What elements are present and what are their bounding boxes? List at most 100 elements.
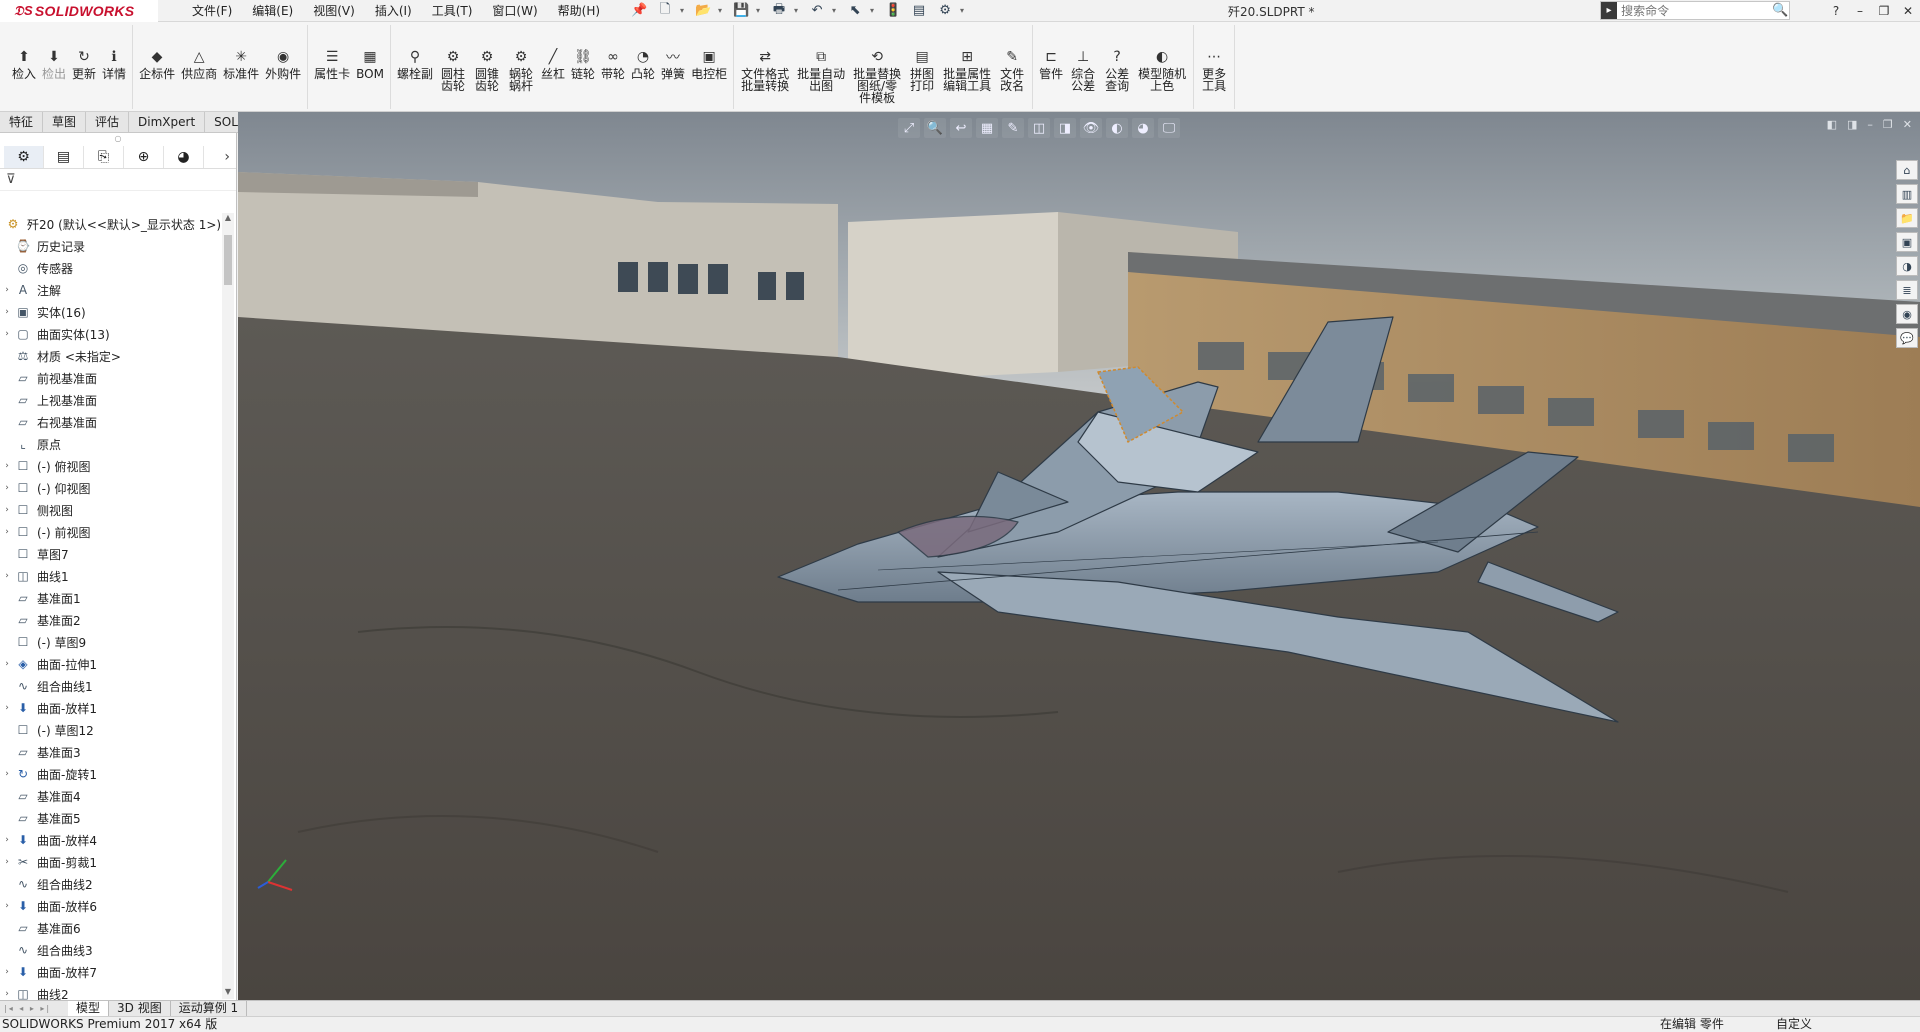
tree-node[interactable]: ▱ 基准面5 <box>0 807 222 829</box>
ribbon-button[interactable]: ▣ 电控柜 <box>688 25 730 109</box>
hide-show-items-icon[interactable]: 👁 <box>1080 118 1102 138</box>
expand-arrow-icon[interactable]: › <box>0 285 14 295</box>
scrollbar-thumb[interactable] <box>224 235 232 285</box>
chevron-down-icon[interactable]: ▾ <box>870 6 878 15</box>
view-orientation-icon[interactable]: ◫ <box>1028 118 1050 138</box>
save-icon[interactable]: 💾 <box>730 2 752 20</box>
ribbon-button[interactable]: ⧉ 批量自动出图 <box>793 25 849 109</box>
command-tab[interactable]: 草图 <box>43 112 87 132</box>
ribbon-button[interactable]: ⚙ 圆柱齿轮 <box>436 25 470 109</box>
tree-node[interactable]: ▱ 右视基准面 <box>0 411 222 433</box>
ribbon-button[interactable]: ⊥ 综合公差 <box>1066 25 1100 109</box>
tree-node[interactable]: › ☐ 侧视图 <box>0 499 222 521</box>
tree-node[interactable]: ▱ 基准面3 <box>0 741 222 763</box>
expand-arrow-icon[interactable]: › <box>0 505 14 515</box>
ribbon-button[interactable]: ╱ 丝杠 <box>538 25 568 109</box>
chevron-down-icon[interactable]: ▾ <box>756 6 764 15</box>
options-gear-icon[interactable]: ⚙ <box>934 2 956 20</box>
section-view-icon[interactable]: ▦ <box>976 118 998 138</box>
expand-arrow-icon[interactable]: › <box>0 967 14 977</box>
property-manager-tab-icon[interactable]: ▤ <box>44 145 84 168</box>
tree-node[interactable]: ▱ 基准面1 <box>0 587 222 609</box>
ribbon-button[interactable]: ◉ 外购件 <box>262 25 304 109</box>
viewport-back-icon[interactable]: ◧ <box>1827 118 1837 131</box>
expand-arrow-icon[interactable]: › <box>0 527 14 537</box>
configuration-manager-tab-icon[interactable]: ⎘ <box>84 145 124 168</box>
tree-node[interactable]: › ↻ 曲面-旋转1 <box>0 763 222 785</box>
expand-arrow-icon[interactable]: › <box>0 571 14 581</box>
ribbon-button[interactable]: ✎ 文件改名 <box>995 25 1029 109</box>
search-input[interactable] <box>1617 3 1772 18</box>
viewport-restore-icon[interactable]: ❐ <box>1883 118 1893 131</box>
viewport-close-icon[interactable]: ✕ <box>1903 118 1912 131</box>
tree-node[interactable]: ⌚ 历史记录 <box>0 235 222 257</box>
filter-icon[interactable]: ⊽ <box>0 169 236 191</box>
tree-node[interactable]: ▱ 上视基准面 <box>0 389 222 411</box>
zoom-to-area-icon[interactable]: 🔍 <box>924 118 946 138</box>
design-library-icon[interactable]: ▥ <box>1896 184 1918 204</box>
file-properties-icon[interactable]: ▤ <box>908 2 930 20</box>
new-document-icon[interactable]: 🗋 <box>654 2 676 20</box>
scroll-down-icon[interactable]: ▼ <box>222 987 234 999</box>
menu-item[interactable]: 文件(F) <box>182 1 242 21</box>
tree-node[interactable]: ▱ 基准面6 <box>0 917 222 939</box>
chevron-down-icon[interactable]: ▾ <box>832 6 840 15</box>
units-dropdown[interactable]: 自定义 <box>1776 1017 1812 1032</box>
tree-node[interactable]: › ⬇ 曲面-放样4 <box>0 829 222 851</box>
ribbon-button[interactable]: ↻ 更新 <box>69 25 99 109</box>
ribbon-button[interactable]: ▦ BOM <box>353 25 387 109</box>
ribbon-button[interactable]: ⇄ 文件格式批量转换 <box>737 25 793 109</box>
tree-node[interactable]: ☐ (-) 草图9 <box>0 631 222 653</box>
tree-node[interactable]: › ✂ 曲面-剪裁1 <box>0 851 222 873</box>
scroll-up-icon[interactable]: ▲ <box>222 213 234 225</box>
open-icon[interactable]: 📂 <box>692 2 714 20</box>
ribbon-button[interactable]: ⛓ 链轮 <box>568 25 598 109</box>
view-palette-icon[interactable]: ▣ <box>1896 232 1918 252</box>
menu-item[interactable]: 窗口(W) <box>482 1 547 21</box>
tree-node[interactable]: › ◫ 曲线1 <box>0 565 222 587</box>
ribbon-button[interactable]: ⚙ 圆锥齿轮 <box>470 25 504 109</box>
expand-arrow-icon[interactable]: › <box>0 483 14 493</box>
chevron-down-icon[interactable]: ▾ <box>960 6 968 15</box>
ribbon-button[interactable]: ? 公差查询 <box>1100 25 1134 109</box>
help-icon[interactable]: ? <box>1824 4 1848 18</box>
restore-icon[interactable]: ❐ <box>1872 4 1896 18</box>
chevron-right-icon[interactable]: › <box>224 149 230 165</box>
rebuild-icon[interactable]: 🚦 <box>882 2 904 20</box>
menu-item[interactable]: 帮助(H) <box>548 1 610 21</box>
ribbon-button[interactable]: ⊏ 管件 <box>1036 25 1066 109</box>
ribbon-button[interactable]: ◆ 企标件 <box>136 25 178 109</box>
expand-arrow-icon[interactable]: › <box>0 901 14 911</box>
command-tab[interactable]: 特征 <box>0 112 44 132</box>
print-icon[interactable]: 🖶 <box>768 2 790 20</box>
tree-node[interactable]: ☐ (-) 草图12 <box>0 719 222 741</box>
ribbon-button[interactable]: ⊞ 批量属性编辑工具 <box>939 25 995 109</box>
menu-item[interactable]: 插入(I) <box>365 1 422 21</box>
view-settings-icon[interactable]: 🖵 <box>1158 118 1180 138</box>
dynamic-annotation-icon[interactable]: ✎ <box>1002 118 1024 138</box>
menu-item[interactable]: 视图(V) <box>303 1 365 21</box>
command-tab[interactable]: DimXpert <box>129 112 206 132</box>
graphics-viewport[interactable]: ⤢ 🔍 ↩ ▦ ✎ ◫ ◨ 👁 ◐ ◕ 🖵 ◧ ◨ – ❐ ✕ ⌂ ▥ 📁 ▣ … <box>238 112 1920 1000</box>
edit-appearance-icon[interactable]: ◐ <box>1106 118 1128 138</box>
bottom-tab[interactable]: 模型 <box>68 1001 110 1016</box>
undo-icon[interactable]: ↶ <box>806 2 828 20</box>
close-icon[interactable]: ✕ <box>1896 4 1920 18</box>
expand-arrow-icon[interactable]: › <box>0 703 14 713</box>
search-icon[interactable]: 🔍 <box>1771 3 1789 18</box>
appearances-icon[interactable]: ◑ <box>1896 256 1918 276</box>
display-style-icon[interactable]: ◨ <box>1054 118 1076 138</box>
viewport-forward-icon[interactable]: ◨ <box>1847 118 1857 131</box>
pin-icon[interactable]: 📌 <box>628 2 650 20</box>
custom-properties-icon[interactable]: ≣ <box>1896 280 1918 300</box>
bottom-tab[interactable]: 运动算例 1 <box>171 1001 248 1016</box>
chevron-down-icon[interactable]: ▾ <box>794 6 802 15</box>
tree-node[interactable]: ☐ 草图7 <box>0 543 222 565</box>
expand-arrow-icon[interactable]: › <box>0 329 14 339</box>
tree-node[interactable]: ⌞ 原点 <box>0 433 222 455</box>
forum-icon[interactable]: ◉ <box>1896 304 1918 324</box>
ribbon-button[interactable]: 〰弹簧 <box>658 25 688 109</box>
ribbon-button[interactable]: ⬇ 检出 <box>39 25 69 109</box>
ribbon-button[interactable]: ⚲ 螺栓副 <box>394 25 436 109</box>
display-manager-tab-icon[interactable]: ◕ <box>164 145 204 168</box>
